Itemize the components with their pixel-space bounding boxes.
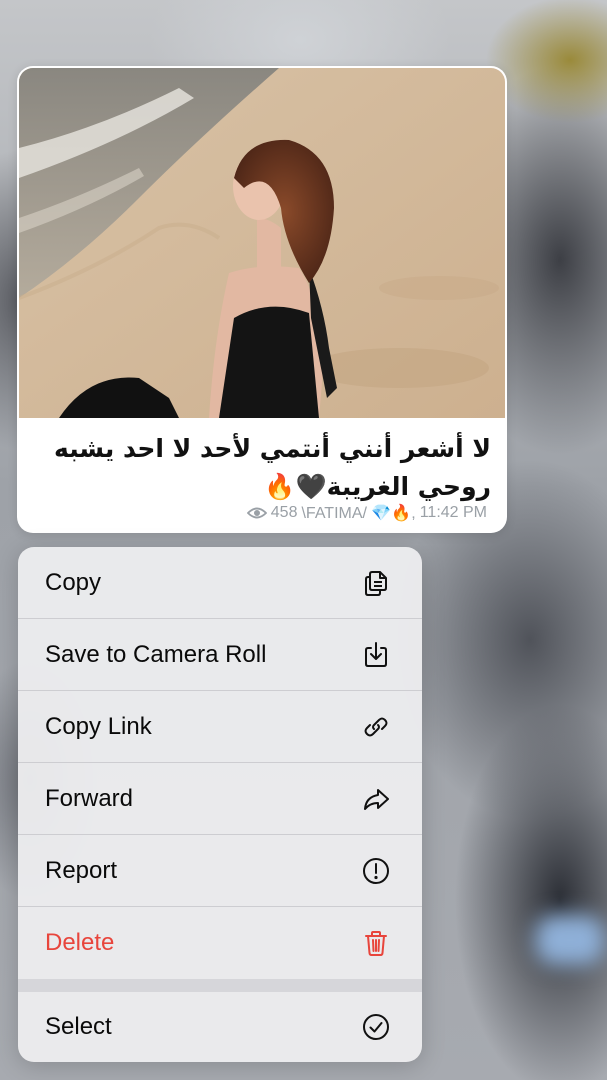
message-meta: 458 \FATIMA/ 💎🔥, 11:42 PM bbox=[246, 503, 487, 523]
link-icon bbox=[360, 711, 392, 743]
message-text: لا أشعر أنني أنتمي لأحد لا احد يشبه روحي… bbox=[54, 434, 491, 501]
menu-item-forward[interactable]: Forward bbox=[18, 763, 422, 835]
beach-photo-image bbox=[19, 68, 505, 418]
blurred-bubble bbox=[535, 915, 605, 965]
menu-item-label: Save to Camera Roll bbox=[45, 641, 267, 668]
context-menu: Copy Save to Camera Roll Copy Link Forwa… bbox=[18, 547, 422, 1062]
menu-item-copy[interactable]: Copy bbox=[18, 547, 422, 619]
menu-item-delete[interactable]: Delete bbox=[18, 907, 422, 979]
menu-item-label: Copy Link bbox=[45, 713, 152, 740]
menu-item-select[interactable]: Select bbox=[18, 992, 422, 1062]
trash-icon bbox=[360, 927, 392, 959]
message-preview: لا أشعر أنني أنتمي لأحد لا احد يشبه روحي… bbox=[17, 66, 507, 533]
menu-item-label: Select bbox=[45, 1013, 112, 1040]
save-download-icon bbox=[360, 639, 392, 671]
menu-item-save-to-camera-roll[interactable]: Save to Camera Roll bbox=[18, 619, 422, 691]
checkmark-circle-icon bbox=[360, 1011, 392, 1043]
views-eye-icon bbox=[246, 507, 267, 519]
exclamation-circle-icon bbox=[360, 855, 392, 887]
menu-item-report[interactable]: Report bbox=[18, 835, 422, 907]
menu-item-label: Forward bbox=[45, 785, 134, 812]
views-count: 458 bbox=[270, 504, 298, 521]
menu-item-copy-link[interactable]: Copy Link bbox=[18, 691, 422, 763]
menu-item-label: Delete bbox=[45, 929, 115, 956]
copy-icon bbox=[360, 567, 392, 599]
menu-item-label: Copy bbox=[45, 569, 102, 596]
message-photo[interactable] bbox=[19, 68, 505, 418]
forward-arrow-icon bbox=[360, 783, 392, 815]
menu-item-label: Report bbox=[45, 857, 118, 884]
menu-section-separator bbox=[18, 979, 422, 992]
author-signature: \FATIMA/ 💎🔥, bbox=[301, 505, 416, 522]
message-time: 11:42 PM bbox=[419, 504, 487, 521]
